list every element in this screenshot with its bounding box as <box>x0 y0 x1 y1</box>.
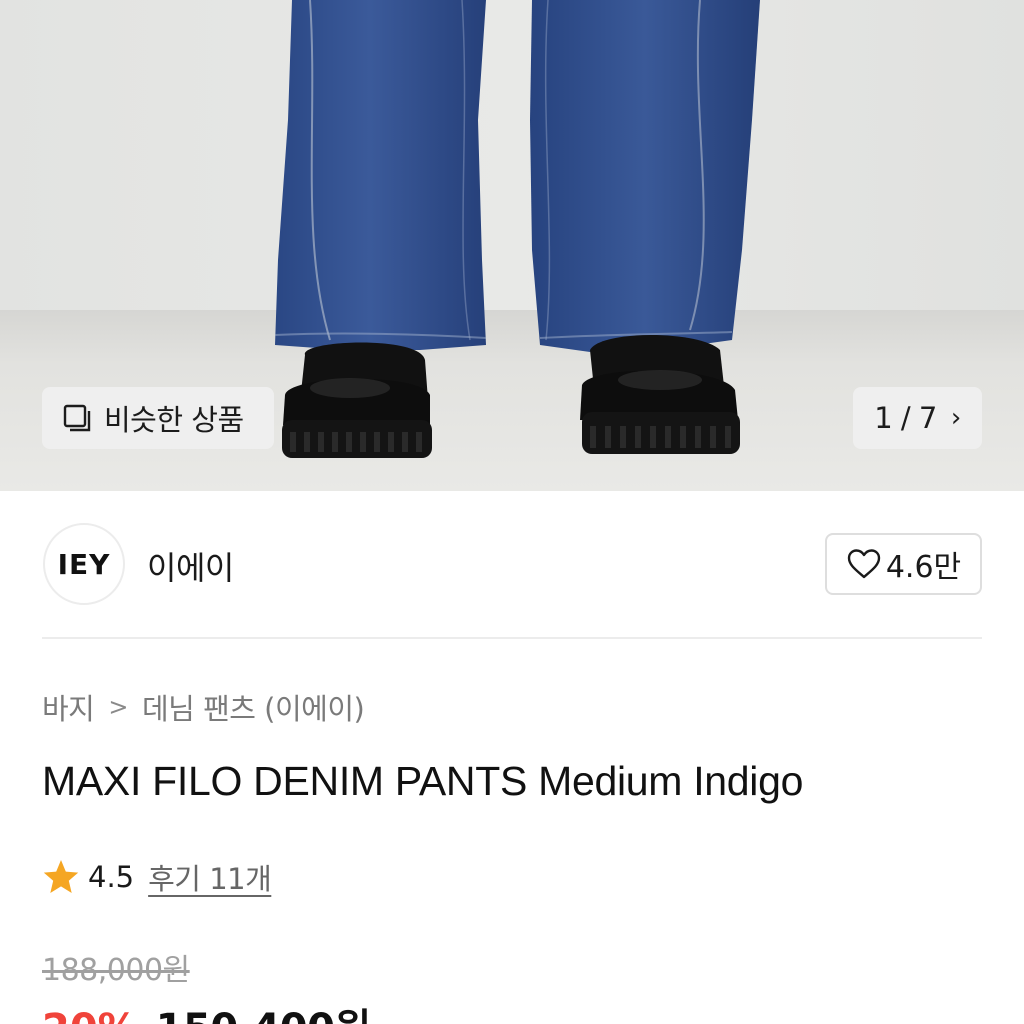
rating-row: 4.5 후기 11개 <box>42 856 272 898</box>
similar-products-button[interactable]: 비슷한 상품 <box>42 387 274 449</box>
chevron-right-icon: > <box>108 693 128 721</box>
discount-rate: 20% <box>42 1006 138 1024</box>
rating-score: 4.5 <box>88 860 135 894</box>
sale-price: 150,400원 <box>156 996 372 1024</box>
heart-icon <box>847 549 881 579</box>
original-price: 188,000원 <box>42 953 190 988</box>
chevron-right-icon: › <box>950 403 961 433</box>
like-count: 4.6만 <box>885 550 962 585</box>
brand-logo-text: IEY <box>57 547 111 581</box>
like-button[interactable]: 4.6만 <box>825 533 982 595</box>
sale-price-row: 20% 150,400원 <box>42 996 371 1024</box>
image-pager-label: 1 / 7 <box>874 401 937 435</box>
reviews-link[interactable]: 후기 11개 <box>148 856 272 898</box>
similar-products-icon <box>63 404 91 432</box>
product-image[interactable]: 비슷한 상품 1 / 7 › <box>0 0 1024 491</box>
breadcrumb-item-subcategory[interactable]: 데님 팬츠 (이에이) <box>142 686 365 728</box>
star-icon <box>43 860 79 893</box>
breadcrumb: 바지 > 데님 팬츠 (이에이) <box>42 686 365 728</box>
breadcrumb-item-category[interactable]: 바지 <box>42 686 95 728</box>
image-pager-button[interactable]: 1 / 7 › <box>853 387 982 449</box>
brand-name[interactable]: 이에이 <box>147 543 234 589</box>
similar-products-label: 비슷한 상품 <box>104 403 244 437</box>
product-title: MAXI FILO DENIM PANTS Medium Indigo <box>42 758 804 804</box>
section-divider <box>42 637 982 639</box>
brand-logo[interactable]: IEY <box>43 523 125 605</box>
